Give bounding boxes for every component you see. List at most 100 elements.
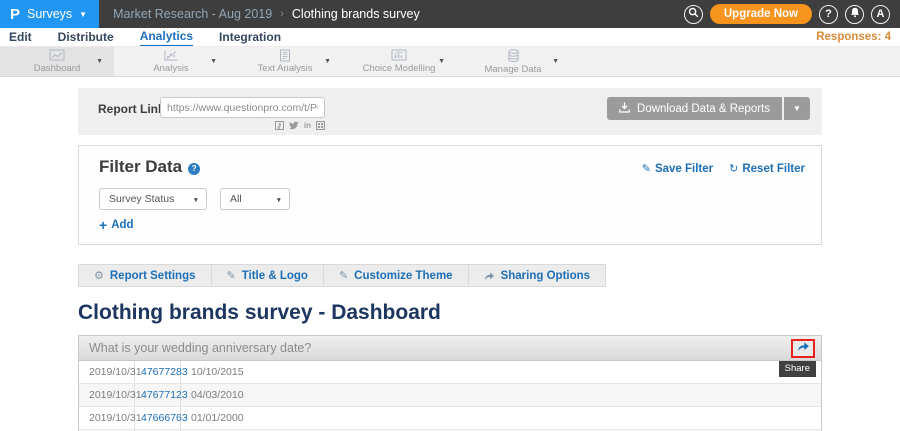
- report-tabs: ⚙ Report Settings ✎ Title & Logo ✎ Custo…: [78, 264, 822, 287]
- account-avatar[interactable]: A: [871, 5, 890, 24]
- download-split-button: Download Data & Reports ▼: [607, 97, 810, 120]
- bar-chart-icon: [391, 49, 407, 62]
- download-options-caret[interactable]: ▼: [784, 97, 810, 120]
- upgrade-now-button[interactable]: Upgrade Now: [710, 4, 812, 24]
- breadcrumb-survey-name: Clothing brands survey: [292, 7, 420, 21]
- linkedin-icon[interactable]: in: [304, 121, 311, 132]
- add-filter-link[interactable]: + Add: [99, 219, 145, 231]
- chevron-down-icon[interactable]: ▼: [210, 58, 217, 65]
- database-icon: [507, 49, 520, 63]
- reset-icon: ↻: [729, 162, 738, 175]
- filter-help-icon[interactable]: ?: [188, 163, 200, 175]
- pencil-icon: ✎: [227, 269, 236, 282]
- tab-label: Report Settings: [110, 270, 196, 282]
- response-id-link[interactable]: 47677123: [135, 384, 181, 406]
- toolbar-item-label: Manage Data: [484, 64, 541, 75]
- pencil-icon: ✎: [339, 269, 348, 282]
- status-value-select[interactable]: All ▼: [220, 188, 290, 210]
- bell-icon: [850, 7, 860, 21]
- chevron-down-icon: ▼: [276, 197, 282, 204]
- help-button[interactable]: ?: [819, 5, 838, 24]
- page-title: Clothing brands survey - Dashboard: [78, 301, 822, 325]
- responses-count[interactable]: Responses: 4: [816, 31, 891, 43]
- report-link-input[interactable]: [160, 97, 325, 118]
- share-tooltip: Share: [779, 361, 816, 377]
- facebook-icon[interactable]: [275, 121, 284, 132]
- notifications-button[interactable]: [845, 5, 864, 24]
- response-date-cell: 2019/10/31: [79, 384, 135, 406]
- chevron-down-icon[interactable]: ▼: [324, 58, 331, 65]
- response-id-link[interactable]: 47666763: [135, 407, 181, 429]
- tab-sharing-options[interactable]: Sharing Options: [469, 264, 606, 287]
- search-button[interactable]: [684, 5, 703, 24]
- nav-item-edit[interactable]: Edit: [9, 29, 32, 46]
- survey-status-select[interactable]: Survey Status ▼: [99, 188, 207, 210]
- reset-filter-label: Reset Filter: [742, 163, 805, 175]
- save-filter-link[interactable]: ✎ Save Filter: [642, 162, 713, 175]
- survey-nav: Edit Distribute Analytics Integration Re…: [0, 28, 900, 47]
- breadcrumb-separator: ›: [280, 8, 284, 20]
- reset-filter-link[interactable]: ↻ Reset Filter: [729, 162, 805, 175]
- pencil-icon: ✎: [642, 162, 651, 175]
- nav-item-integration[interactable]: Integration: [219, 29, 281, 46]
- add-filter-label: Add: [111, 219, 133, 231]
- question-panel: What is your wedding anniversary date? S…: [78, 335, 822, 431]
- tab-label: Customize Theme: [354, 270, 452, 282]
- status-value: All: [230, 193, 242, 205]
- toolbar-item-label: Choice Modelling: [363, 63, 436, 74]
- survey-status-value: Survey Status: [109, 193, 174, 205]
- plus-icon: +: [99, 219, 107, 231]
- answer-cell: 01/01/2000: [181, 407, 821, 429]
- filter-selects: Survey Status ▼ All ▼: [99, 188, 805, 210]
- questionpro-logo: P: [10, 6, 20, 23]
- share-arrow-icon: [484, 271, 495, 281]
- text-document-icon: [279, 49, 291, 62]
- embed-icon[interactable]: [316, 121, 325, 132]
- response-date-cell: 2019/10/31: [79, 361, 135, 383]
- toolbar-item-dashboard[interactable]: Dashboard ▼: [0, 47, 114, 76]
- chevron-down-icon[interactable]: ▼: [552, 58, 559, 65]
- product-switcher-label: Surveys: [27, 7, 72, 21]
- avatar-initial: A: [877, 8, 885, 20]
- toolbar-item-text-analysis[interactable]: Text Analysis ▼: [228, 47, 342, 76]
- toolbar-item-manage-data[interactable]: Manage Data ▼: [456, 47, 570, 76]
- tab-title-logo[interactable]: ✎ Title & Logo: [212, 264, 324, 287]
- filter-data-title: Filter Data: [99, 157, 182, 177]
- chevron-down-icon[interactable]: ▼: [96, 58, 103, 65]
- share-control: Share: [791, 339, 815, 358]
- chevron-down-icon[interactable]: ▼: [438, 58, 445, 65]
- twitter-icon[interactable]: [289, 121, 299, 132]
- download-button-label: Download Data & Reports: [637, 103, 770, 115]
- question-title: What is your wedding anniversary date?: [89, 341, 311, 355]
- main-content: Report Link in Download Data & Reports ▼: [78, 88, 822, 431]
- tab-label: Sharing Options: [501, 270, 590, 282]
- share-icon[interactable]: [797, 341, 810, 355]
- tab-label: Title & Logo: [242, 270, 308, 282]
- answer-cell: 04/03/2010: [181, 384, 821, 406]
- product-switcher[interactable]: P Surveys ▼: [0, 0, 99, 28]
- download-icon: [619, 102, 630, 116]
- scatter-chart-icon: [163, 49, 179, 62]
- tab-customize-theme[interactable]: ✎ Customize Theme: [324, 264, 469, 287]
- toolbar-item-choice-modelling[interactable]: Choice Modelling ▼: [342, 47, 456, 76]
- tab-report-settings[interactable]: ⚙ Report Settings: [78, 264, 212, 287]
- download-data-reports-button[interactable]: Download Data & Reports: [607, 97, 782, 120]
- response-id-link[interactable]: 47677283: [135, 361, 181, 383]
- breadcrumb: Market Research - Aug 2019 › Clothing br…: [113, 7, 420, 21]
- topbar-actions: Upgrade Now ? A: [684, 4, 900, 24]
- toolbar-item-label: Dashboard: [34, 63, 80, 74]
- question-mark-icon: ?: [825, 8, 832, 20]
- nav-item-analytics[interactable]: Analytics: [140, 28, 193, 46]
- nav-item-distribute[interactable]: Distribute: [58, 29, 114, 46]
- answer-cell: 10/10/2015: [181, 361, 821, 383]
- toolbar-item-analysis[interactable]: Analysis ▼: [114, 47, 228, 76]
- table-row: 2019/10/31 47677123 04/03/2010: [79, 384, 821, 407]
- responses-table: 2019/10/31 47677283 10/10/2015 2019/10/3…: [79, 361, 821, 431]
- top-bar: P Surveys ▼ Market Research - Aug 2019 ›…: [0, 0, 900, 28]
- filter-actions: ✎ Save Filter ↻ Reset Filter: [642, 162, 805, 175]
- table-row: 2019/10/31 47666763 01/01/2000: [79, 407, 821, 430]
- breadcrumb-folder[interactable]: Market Research - Aug 2019: [113, 7, 272, 21]
- analytics-toolbar: Dashboard ▼ Analysis ▼ Text Analysis ▼ C…: [0, 47, 900, 77]
- social-share-row: in: [160, 121, 325, 132]
- report-link-label: Report Link: [98, 102, 165, 116]
